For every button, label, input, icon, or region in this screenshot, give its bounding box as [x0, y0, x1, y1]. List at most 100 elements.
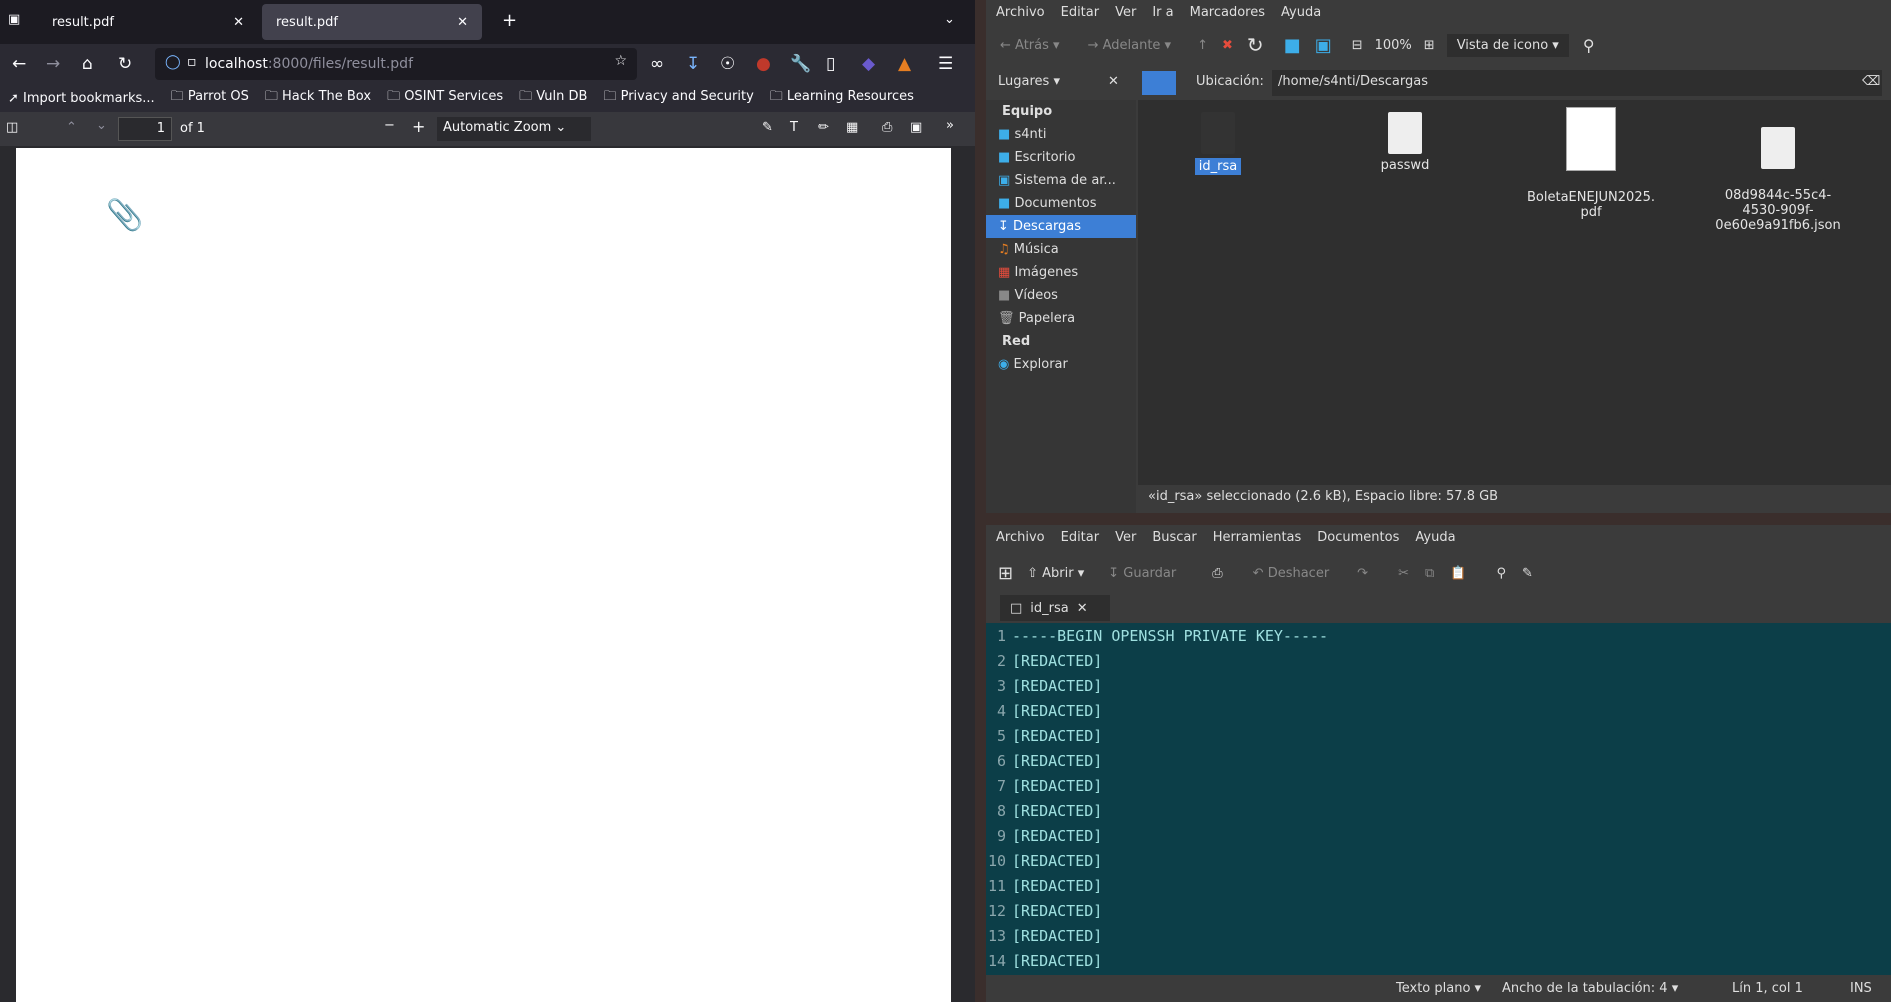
clear-location-icon[interactable]: ⌫ [1862, 74, 1880, 89]
sidebar-item-home[interactable]: ■ s4nti [986, 123, 1136, 146]
places-select[interactable]: Lugares ▾ [998, 74, 1060, 89]
new-tab-icon[interactable]: + [502, 10, 517, 31]
chevron-down-icon[interactable]: ⌄ [944, 12, 955, 27]
stop-icon[interactable]: ✖ [1222, 38, 1233, 53]
editor-text-area[interactable]: 1 -----BEGIN OPENSSH PRIVATE KEY----- 2 [R… [986, 623, 1891, 975]
bookmark-folder[interactable]: 🗀 Learning Resources [770, 87, 914, 109]
sidebar-item-videos[interactable]: ■ Vídeos [986, 284, 1136, 307]
save-button[interactable]: ↧ Guardar [1108, 566, 1176, 581]
shield-icon[interactable]: ◯ [165, 54, 181, 70]
menu-archivo[interactable]: Archivo [996, 5, 1045, 20]
menu-ayuda[interactable]: Ayuda [1281, 5, 1321, 20]
back-icon[interactable]: ← [12, 54, 26, 74]
file-item-boleta-pdf[interactable]: BoletaENEJUN2025. pdf [1516, 107, 1666, 220]
file-item-passwd[interactable]: passwd [1330, 112, 1480, 173]
close-sidebar-icon[interactable]: ✕ [1108, 74, 1119, 89]
search-icon[interactable]: ⚲ [1583, 36, 1595, 55]
sidebar-item-explorar[interactable]: ◉ Explorar [986, 353, 1136, 376]
menu-archivo[interactable]: Archivo [996, 530, 1045, 545]
sidebar-item-musica[interactable]: ♫ Música [986, 238, 1136, 261]
replace-icon[interactable]: ✎ [1522, 566, 1533, 581]
reload-icon[interactable]: ↻ [118, 54, 132, 74]
home-folder-icon[interactable]: ■ [1284, 35, 1301, 56]
file-item-id-rsa[interactable]: id_rsa [1143, 112, 1293, 175]
file-item-json[interactable]: 08d9844c-55c4- 4530-909f- 0e60e9a91fb6.j… [1703, 112, 1853, 233]
paperclip-icon[interactable]: 📎 [106, 198, 143, 233]
sidebar-item-escritorio[interactable]: ■ Escritorio [986, 146, 1136, 169]
bookmark-folder[interactable]: 🗀 Parrot OS [171, 87, 249, 109]
reload-icon[interactable]: ↻ [1247, 33, 1264, 57]
computer-icon[interactable]: ▣ [1315, 35, 1332, 56]
chevron-down-icon[interactable]: ⌄ [96, 118, 107, 133]
cut-icon[interactable]: ✂ [1398, 566, 1409, 581]
wrench-icon[interactable]: 🔧 [790, 54, 811, 74]
back-button[interactable]: ← Atrás ▾ [1000, 38, 1060, 53]
zoom-out-icon[interactable]: − [384, 118, 395, 133]
toggle-location-icon[interactable] [1142, 71, 1176, 95]
sidebar-item-sistema[interactable]: ▣ Sistema de ar... [986, 169, 1136, 192]
menu-ayuda[interactable]: Ayuda [1415, 530, 1455, 545]
page-number-input[interactable]: 1 [118, 117, 172, 141]
search-icon[interactable]: ⚲ [1496, 566, 1506, 581]
extension-fox-icon[interactable]: ▲ [898, 54, 911, 74]
tab-list-icon[interactable]: ▣ [8, 12, 20, 27]
menu-marcadores[interactable]: Marcadores [1190, 5, 1265, 20]
up-icon[interactable]: ↑ [1197, 38, 1208, 53]
extensions-icon[interactable]: ▯ [826, 54, 835, 74]
forward-icon[interactable]: → [46, 54, 60, 74]
zoom-out-icon[interactable]: ⊟ [1352, 38, 1363, 53]
tab-result-pdf-1[interactable]: result.pdf ✕ [38, 4, 258, 40]
sidebar-item-documentos[interactable]: ■ Documentos [986, 192, 1136, 215]
menu-documentos[interactable]: Documentos [1317, 530, 1399, 545]
extension-diamond-icon[interactable]: ◆ [862, 54, 875, 74]
chevron-up-icon[interactable]: ⌃ [66, 120, 77, 135]
menu-ir-a[interactable]: Ir a [1152, 5, 1173, 20]
sidebar-item-imagenes[interactable]: ▦ Imágenes [986, 261, 1136, 284]
ublock-icon[interactable]: ● [756, 54, 771, 74]
sidebar-item-descargas[interactable]: ↧ Descargas [986, 215, 1136, 238]
syntax-select[interactable]: Texto plano ▾ [1396, 981, 1481, 996]
paste-icon[interactable]: 📋 [1450, 566, 1466, 581]
image-icon[interactable]: ▦ [846, 120, 858, 135]
close-icon[interactable]: ✕ [1077, 601, 1088, 616]
menu-editar[interactable]: Editar [1061, 5, 1100, 20]
tools-more-icon[interactable]: » [946, 118, 954, 133]
bookmark-folder[interactable]: 🗀 Hack The Box [265, 87, 371, 109]
save-icon[interactable]: ▣ [910, 120, 922, 135]
new-document-icon[interactable]: ⊞ [998, 563, 1013, 584]
menu-ver[interactable]: Ver [1115, 5, 1136, 20]
url-bar[interactable]: ◯ ▫ localhost :8000/files/result.pdf ☆ [155, 48, 637, 80]
zoom-in-icon[interactable]: + [412, 117, 425, 136]
highlight-icon[interactable]: ✎ [762, 120, 773, 135]
bookmark-folder[interactable]: 🗀 OSINT Services [387, 87, 503, 109]
document-tab-id-rsa[interactable]: □ id_rsa ✕ [1000, 595, 1110, 621]
bookmark-star-icon[interactable]: ☆ [614, 53, 627, 69]
copy-icon[interactable]: ⧉ [1425, 566, 1434, 581]
bookmark-import[interactable]: ➚ Import bookmarks... [8, 91, 155, 106]
zoom-select[interactable]: Automatic Zoom ⌄ [437, 117, 591, 141]
redo-icon[interactable]: ↷ [1357, 566, 1368, 581]
print-icon[interactable]: ⎙ [1212, 566, 1222, 581]
menu-herramientas[interactable]: Herramientas [1213, 530, 1302, 545]
home-icon[interactable]: ⌂ [82, 54, 93, 74]
close-icon[interactable]: ✕ [457, 15, 468, 30]
bookmark-folder[interactable]: 🗀 Privacy and Security [603, 87, 753, 109]
draw-icon[interactable]: ✏ [818, 120, 829, 135]
close-icon[interactable]: ✕ [233, 15, 244, 30]
menu-editar[interactable]: Editar [1061, 530, 1100, 545]
menu-icon[interactable]: ☰ [938, 54, 953, 74]
sidebar-toggle-icon[interactable]: ◫ [6, 120, 18, 135]
sidebar-item-papelera[interactable]: 🗑 Papelera [986, 307, 1136, 330]
menu-ver[interactable]: Ver [1115, 530, 1136, 545]
view-select[interactable]: Vista de icono ▾ [1446, 33, 1569, 57]
text-icon[interactable]: T [790, 120, 798, 135]
downloads-icon[interactable]: ↧ [686, 54, 700, 74]
menu-buscar[interactable]: Buscar [1152, 530, 1196, 545]
forward-button[interactable]: → Adelante ▾ [1088, 38, 1172, 53]
open-button[interactable]: ⇧ Abrir ▾ [1027, 566, 1084, 581]
undo-button[interactable]: ↶ Deshacer [1253, 566, 1330, 581]
print-icon[interactable]: ⎙ [882, 120, 892, 135]
zoom-in-icon[interactable]: ⊞ [1424, 38, 1435, 53]
tab-width-select[interactable]: Ancho de la tabulación: 4 ▾ [1502, 981, 1678, 996]
private-mask-icon[interactable]: ∞ [650, 54, 664, 74]
